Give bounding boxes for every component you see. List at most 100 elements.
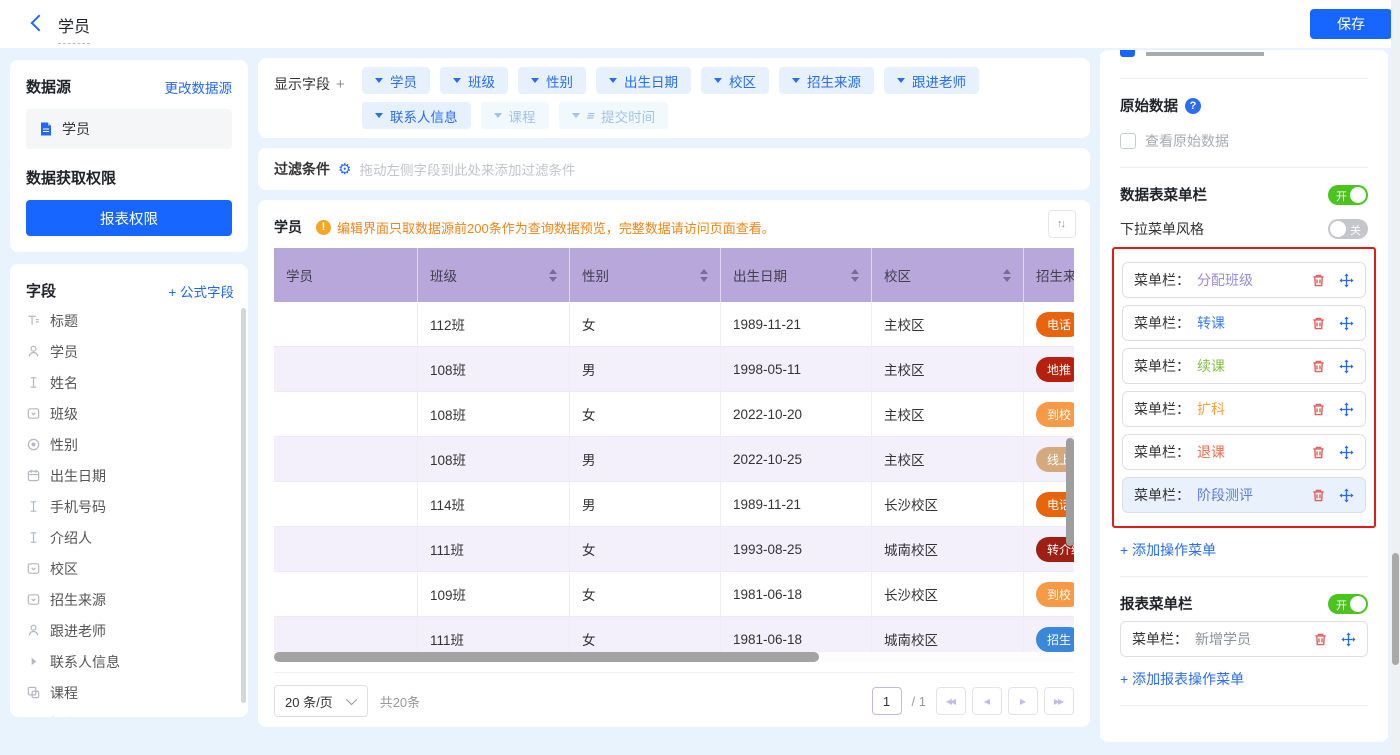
field-chip[interactable]: ≡ 班级 — [440, 67, 508, 94]
filter-dropzone-placeholder[interactable]: 拖动左侧字段到此处来添加过滤条件 — [359, 159, 575, 179]
field-item[interactable]: 招生来源 — [26, 584, 234, 615]
delete-icon[interactable] — [1311, 273, 1326, 288]
save-button[interactable]: 保存 — [1310, 9, 1392, 39]
add-display-field-button[interactable]: + — [336, 76, 345, 93]
add-action-menu-link[interactable]: + 添加操作菜单 — [1120, 540, 1368, 560]
move-icon[interactable] — [1339, 488, 1354, 503]
gear-icon[interactable]: ⚙ — [338, 160, 351, 178]
chevron-down-icon[interactable] — [897, 78, 905, 83]
field-chip[interactable]: ≡ 联系人信息 — [362, 102, 471, 129]
field-item[interactable]: 校区 — [26, 553, 234, 584]
field-item[interactable]: 学员 — [26, 336, 234, 367]
menu-bar-item[interactable]: 菜单栏： 新增学员 — [1120, 621, 1368, 657]
delete-icon[interactable] — [1311, 445, 1326, 460]
field-chip[interactable]: ≡ 跟进老师 — [884, 67, 979, 94]
field-item[interactable]: 提交人 — [26, 708, 234, 717]
checkbox-icon[interactable] — [1120, 133, 1136, 149]
prev-page-button[interactable]: ◀ — [972, 687, 1002, 715]
table-row[interactable]: 108班 女 2022-10-20 主校区 到校 — [274, 392, 1074, 437]
menu-bar-item[interactable]: 菜单栏： 扩科 — [1122, 391, 1366, 427]
table-vertical-scrollbar[interactable] — [1066, 438, 1074, 546]
delete-icon[interactable] — [1313, 632, 1328, 647]
sort-arrows-icon[interactable] — [1003, 269, 1011, 282]
table-row[interactable]: 108班 男 1998-05-11 主校区 地推 — [274, 347, 1074, 392]
page-size-select[interactable]: 20 条/页 — [274, 685, 368, 717]
report-permission-button[interactable]: 报表权限 — [26, 200, 232, 236]
field-item[interactable]: 联系人信息 — [26, 646, 234, 677]
chevron-down-icon[interactable] — [453, 78, 461, 83]
field-type-icon — [26, 561, 41, 576]
chevron-down-icon[interactable] — [375, 113, 383, 118]
next-page-button[interactable]: ▶ — [1008, 687, 1038, 715]
chevron-down-icon[interactable] — [375, 78, 383, 83]
checkbox-checked-icon[interactable] — [1120, 50, 1135, 57]
window-scrollbar[interactable] — [1391, 0, 1400, 755]
divider — [1120, 167, 1368, 168]
fields-scrollbar[interactable] — [241, 308, 246, 703]
table-menu-toggle[interactable]: 开 — [1328, 185, 1368, 205]
field-item[interactable]: 性别 — [26, 429, 234, 460]
chevron-down-icon[interactable] — [609, 78, 617, 83]
field-item[interactable]: 介绍人 — [26, 522, 234, 553]
field-item[interactable]: 班级 — [26, 398, 234, 429]
cell-gender: 男 — [570, 347, 721, 391]
delete-icon[interactable] — [1311, 359, 1326, 374]
move-icon[interactable] — [1339, 402, 1354, 417]
field-item[interactable]: 姓名 — [26, 367, 234, 398]
table-row[interactable]: 108班 男 2022-10-25 主校区 线上 — [274, 437, 1074, 482]
window-scrollbar-thumb[interactable] — [1392, 553, 1399, 665]
table-row[interactable]: 109班 女 1981-06-18 长沙校区 到校 — [274, 572, 1074, 617]
field-item[interactable]: 出生日期 — [26, 460, 234, 491]
field-chip[interactable]: ≡ 性别 — [518, 67, 586, 94]
move-icon[interactable] — [1339, 445, 1354, 460]
page-number-input[interactable]: 1 — [872, 687, 902, 715]
menu-bar-item[interactable]: 菜单栏： 续课 — [1122, 348, 1366, 384]
field-chip[interactable]: ≡ 学员 — [362, 67, 430, 94]
field-item[interactable]: 跟进老师 — [26, 615, 234, 646]
menu-bar-item[interactable]: 菜单栏： 分配班级 — [1122, 262, 1366, 298]
menu-bar-item[interactable]: 菜单栏： 退课 — [1122, 434, 1366, 470]
back-icon[interactable] — [28, 14, 48, 34]
add-report-action-menu-link[interactable]: + 添加报表操作菜单 — [1120, 669, 1368, 689]
move-icon[interactable] — [1339, 359, 1354, 374]
field-item[interactable]: 标题 — [26, 305, 234, 336]
chevron-down-icon[interactable] — [572, 113, 580, 118]
table-row[interactable]: 112班 女 1989-11-21 主校区 电话 — [274, 302, 1074, 347]
sort-arrows-icon[interactable] — [549, 269, 557, 282]
datasource-item[interactable]: 学员 — [26, 109, 232, 149]
field-chip[interactable]: ≡ 招生来源 — [779, 67, 874, 94]
first-page-button[interactable]: ◀◀ — [936, 687, 966, 715]
dropdown-style-toggle[interactable]: 关 — [1328, 219, 1368, 239]
table-sort-button[interactable]: ↑↓ — [1048, 210, 1076, 238]
field-item[interactable]: 课程 — [26, 677, 234, 708]
field-chip[interactable]: ≡ 提交时间 — [559, 102, 669, 129]
table-row[interactable]: 111班 女 1993-08-25 城南校区 转介绍 — [274, 527, 1074, 572]
field-chip[interactable]: ≡ 校区 — [701, 67, 769, 94]
view-raw-data-checkbox-row[interactable]: 查看原始数据 — [1120, 131, 1368, 151]
field-chip[interactable]: ≡ 课程 — [481, 102, 549, 129]
menu-bar-item[interactable]: 菜单栏： 阶段测评 — [1122, 477, 1366, 513]
chevron-down-icon[interactable] — [714, 78, 722, 83]
delete-icon[interactable] — [1311, 402, 1326, 417]
delete-icon[interactable] — [1311, 488, 1326, 503]
move-icon[interactable] — [1339, 273, 1354, 288]
chevron-down-icon[interactable] — [531, 78, 539, 83]
last-page-button[interactable]: ▶▶ — [1044, 687, 1074, 715]
chevron-down-icon[interactable] — [792, 78, 800, 83]
field-item[interactable]: 手机号码 — [26, 491, 234, 522]
delete-icon[interactable] — [1311, 316, 1326, 331]
help-icon[interactable]: ? — [1185, 98, 1201, 114]
sort-arrows-icon[interactable] — [700, 269, 708, 282]
table-row[interactable]: 114班 男 1989-11-21 长沙校区 电话 — [274, 482, 1074, 527]
chevron-down-icon[interactable] — [494, 113, 502, 118]
menu-bar-item[interactable]: 菜单栏： 转课 — [1122, 305, 1366, 341]
field-chip[interactable]: ≡ 出生日期 — [596, 67, 691, 94]
sort-arrows-icon[interactable] — [851, 269, 859, 282]
add-formula-field-link[interactable]: + 公式字段 — [168, 281, 234, 301]
change-datasource-link[interactable]: 更改数据源 — [165, 77, 233, 97]
table-horizontal-scrollbar[interactable] — [274, 652, 1074, 662]
move-icon[interactable] — [1339, 316, 1354, 331]
report-menu-toggle[interactable]: 开 — [1328, 594, 1368, 614]
settings-panel: 原始数据 ? 查看原始数据 数据表菜单栏 开 下拉菜单风格 关 菜单栏： 分配班… — [1100, 50, 1388, 742]
move-icon[interactable] — [1341, 632, 1356, 647]
